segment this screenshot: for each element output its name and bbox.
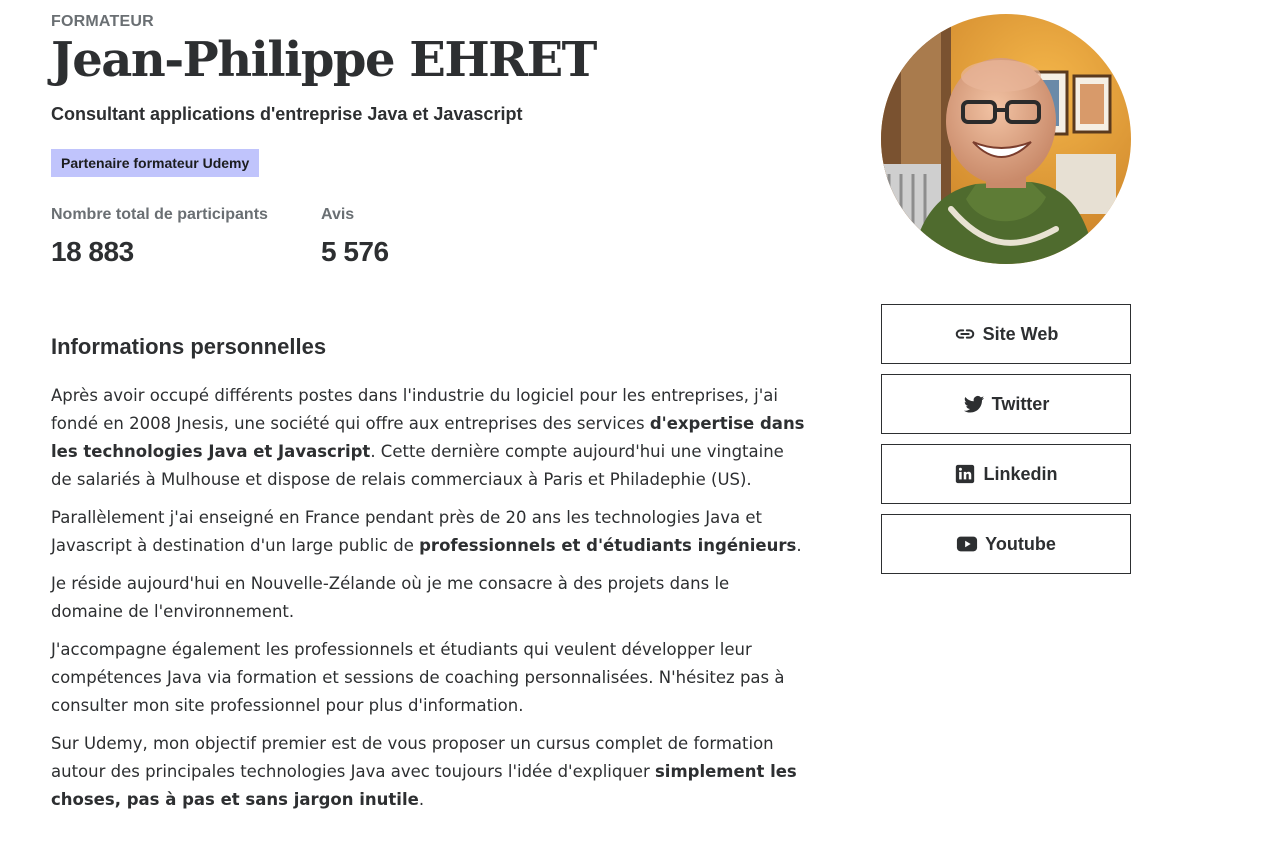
linkedin-link-button[interactable]: Linkedin — [881, 444, 1131, 504]
twitter-link-button[interactable]: Twitter — [881, 374, 1131, 434]
stat-value: 18 883 — [51, 236, 134, 267]
stat-value: 5 576 — [321, 236, 389, 267]
about-title: Informations personnelles — [51, 334, 327, 359]
instructor-headline: Consultant applications d'entreprise Jav… — [51, 104, 523, 124]
emphasis: professionnels et d'étudiants ingénieurs — [419, 536, 797, 555]
stat-total-students: Nombre total de participants 18 883 — [51, 206, 268, 268]
linkedin-link-label: Linkedin — [983, 463, 1058, 484]
role-eyebrow: FORMATEUR — [51, 13, 154, 30]
instructor-profile-page: FORMATEUR Jean-Philippe EHRET Consultant… — [0, 0, 1268, 867]
text: . — [418, 790, 425, 809]
youtube-icon — [956, 533, 978, 555]
avatar — [881, 14, 1131, 264]
stat-reviews: Avis 5 576 — [321, 206, 389, 268]
stat-label: Nombre total de participants — [51, 206, 268, 223]
about-paragraph: J'accompagne également les professionnel… — [51, 640, 785, 715]
website-link-label: Site Web — [982, 323, 1059, 344]
youtube-link-button[interactable]: Youtube — [881, 514, 1131, 574]
about-paragraph: Sur Udemy, mon objectif premier est de v… — [51, 730, 806, 814]
social-links: Site Web Twitter Linkedin Youtube — [881, 304, 1131, 584]
avatar-photo — [881, 14, 1131, 264]
linkedin-icon — [954, 463, 976, 485]
stat-label: Avis — [321, 206, 355, 223]
website-link-button[interactable]: Site Web — [881, 304, 1131, 364]
about-paragraph: Je réside aujourd'hui en Nouvelle-Zéland… — [51, 574, 730, 621]
about-paragraph: Après avoir occupé différents postes dan… — [51, 382, 806, 494]
partner-badge: Partenaire formateur Udemy — [51, 149, 260, 177]
twitter-link-label: Twitter — [991, 393, 1050, 414]
text: . — [796, 536, 802, 555]
twitter-icon — [963, 393, 985, 415]
youtube-link-label: Youtube — [985, 533, 1056, 554]
about-paragraph: Parallèlement j'ai enseigné en France pe… — [51, 504, 806, 560]
instructor-name: Jean-Philippe EHRET — [51, 32, 597, 88]
about-text: Après avoir occupé différents postes dan… — [51, 382, 806, 824]
link-icon — [954, 323, 976, 345]
